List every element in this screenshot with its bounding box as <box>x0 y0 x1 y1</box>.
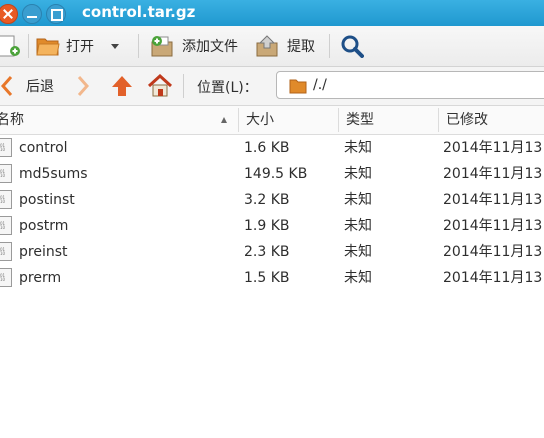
sort-ascending-icon <box>221 117 227 123</box>
open-folder-icon <box>36 38 60 56</box>
dropdown-arrow-icon <box>111 44 119 49</box>
file-type: 未知 <box>344 192 372 208</box>
toolbar-separator <box>329 34 330 58</box>
file-type: 未知 <box>344 166 372 182</box>
column-header-name[interactable]: 名称 <box>0 106 24 134</box>
close-icon[interactable] <box>0 4 18 24</box>
file-name: control <box>19 140 68 156</box>
up-button[interactable] <box>110 74 134 98</box>
file-size: 1.6 KB <box>244 140 290 156</box>
column-header-modified[interactable]: 已修改 <box>446 106 488 134</box>
file-type: 未知 <box>344 244 372 260</box>
column-header-type[interactable]: 类型 <box>346 106 374 134</box>
file-size: 149.5 KB <box>244 166 308 182</box>
open-button[interactable]: 打开 <box>36 34 94 58</box>
file-modified: 2014年11月13日 <box>443 192 544 208</box>
folder-icon <box>289 79 307 94</box>
forward-button[interactable] <box>76 74 90 98</box>
extract-label: 提取 <box>287 39 315 55</box>
home-icon <box>147 74 173 97</box>
file-row[interactable]: preinst 2.3 KB 未知 2014年11月13日 <box>0 239 544 265</box>
location-field[interactable]: /./ <box>276 71 544 99</box>
back-arrow-icon <box>0 76 13 96</box>
file-list-header: 名称 大小 类型 已修改 <box>0 106 544 135</box>
file-type: 未知 <box>344 140 372 156</box>
file-row[interactable]: postrm 1.9 KB 未知 2014年11月13日 <box>0 213 544 239</box>
extract-button[interactable]: 提取 <box>255 34 315 58</box>
file-row[interactable]: control 1.6 KB 未知 2014年11月13日 <box>0 135 544 161</box>
add-files-label: 添加文件 <box>182 39 238 55</box>
open-label: 打开 <box>66 39 94 55</box>
file-size: 1.5 KB <box>244 270 290 286</box>
toolbar-separator <box>28 34 29 58</box>
extract-icon <box>256 35 278 57</box>
file-icon <box>0 190 12 209</box>
file-modified: 2014年11月13日 <box>443 166 544 182</box>
header-divider <box>338 108 339 132</box>
file-icon <box>0 138 12 157</box>
home-button[interactable] <box>147 74 173 98</box>
back-button[interactable]: 后退 <box>0 74 54 98</box>
location-label: 位置(L)： <box>197 80 258 96</box>
file-icon <box>0 216 12 235</box>
add-files-button[interactable]: 添加文件 <box>150 34 238 58</box>
file-size: 3.2 KB <box>244 192 290 208</box>
new-archive-icon <box>0 35 20 57</box>
minimize-icon[interactable] <box>22 4 42 24</box>
nav-separator <box>183 74 184 98</box>
file-icon <box>0 268 12 287</box>
header-divider <box>238 108 239 132</box>
window-title: control.tar.gz <box>82 3 196 21</box>
add-files-icon <box>151 36 173 57</box>
file-row[interactable]: postinst 3.2 KB 未知 2014年11月13日 <box>0 187 544 213</box>
file-row[interactable]: md5sums 149.5 KB 未知 2014年11月13日 <box>0 161 544 187</box>
maximize-icon[interactable] <box>46 4 66 24</box>
location-bar: 后退 位置(L)： /./ <box>0 67 544 106</box>
file-name: prerm <box>19 270 62 286</box>
file-size: 2.3 KB <box>244 244 290 260</box>
search-icon <box>341 35 364 58</box>
back-label: 后退 <box>26 79 54 95</box>
file-name: md5sums <box>19 166 88 182</box>
file-name: postinst <box>19 192 75 208</box>
header-divider <box>438 108 439 132</box>
file-modified: 2014年11月13日 <box>443 218 544 234</box>
file-row[interactable]: prerm 1.5 KB 未知 2014年11月13日 <box>0 265 544 291</box>
up-arrow-icon <box>112 76 132 96</box>
toolbar-separator <box>138 34 139 58</box>
forward-arrow-icon <box>77 76 90 96</box>
open-dropdown-button[interactable] <box>110 34 120 58</box>
file-icon <box>0 164 12 183</box>
file-modified: 2014年11月13日 <box>443 270 544 286</box>
file-size: 1.9 KB <box>244 218 290 234</box>
location-path: /./ <box>313 77 327 93</box>
new-archive-button[interactable] <box>0 34 22 58</box>
file-modified: 2014年11月13日 <box>443 244 544 260</box>
search-button[interactable] <box>340 34 364 58</box>
toolbar: 打开 添加文件 提取 <box>0 26 544 67</box>
file-modified: 2014年11月13日 <box>443 140 544 156</box>
file-type: 未知 <box>344 270 372 286</box>
title-bar: control.tar.gz <box>0 0 544 26</box>
column-header-size[interactable]: 大小 <box>246 106 274 134</box>
file-type: 未知 <box>344 218 372 234</box>
file-name: preinst <box>19 244 68 260</box>
file-name: postrm <box>19 218 69 234</box>
file-icon <box>0 242 12 261</box>
